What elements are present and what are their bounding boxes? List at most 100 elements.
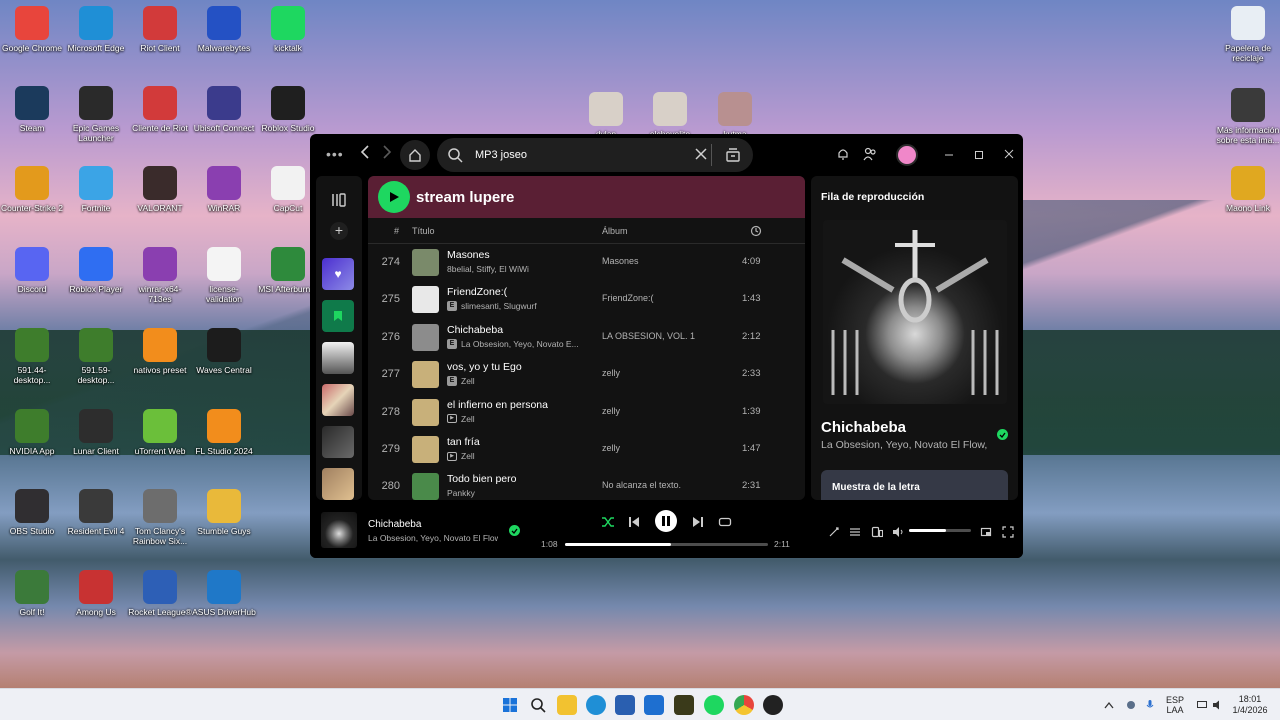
desktop-shortcut[interactable]: kicktalk xyxy=(256,6,320,53)
playlist-cover-1[interactable] xyxy=(322,342,354,374)
minimize-icon[interactable] xyxy=(944,146,954,162)
friends-activity-icon[interactable] xyxy=(863,147,877,164)
track-album[interactable]: zelly xyxy=(602,406,620,416)
player-track-title[interactable]: Chichabeba xyxy=(368,519,421,530)
pause-button[interactable] xyxy=(655,510,677,532)
desktop-shortcut[interactable]: uTorrent Web xyxy=(128,409,192,456)
track-artists[interactable]: La Obsesion, Yeyo, Novato E... xyxy=(461,339,579,349)
desktop-shortcut[interactable]: 591.44-desktop... xyxy=(0,328,64,385)
store-icon[interactable] xyxy=(615,695,635,715)
desktop-shortcut[interactable]: ASUS DriverHub xyxy=(192,570,256,617)
track-artists[interactable]: 8belial, Stiffy, El WiWi xyxy=(447,264,529,274)
desktop-shortcut[interactable]: Cliente de Riot xyxy=(128,86,192,133)
tray-chevron-icon[interactable] xyxy=(1104,689,1114,720)
saved-episodes-icon[interactable] xyxy=(322,300,354,332)
desktop-shortcut[interactable]: OBS Studio xyxy=(0,489,64,536)
next-track-icon[interactable] xyxy=(692,515,704,533)
playlist-cover-2[interactable] xyxy=(322,384,354,416)
column-title[interactable]: Título xyxy=(412,226,435,236)
tray-network-icon[interactable] xyxy=(1196,689,1208,720)
create-playlist-icon[interactable]: + xyxy=(330,222,348,240)
repeat-icon[interactable] xyxy=(718,515,732,533)
desktop-shortcut[interactable]: Papelera de reciclaje xyxy=(1216,6,1280,63)
tray-volume-icon[interactable] xyxy=(1212,689,1224,720)
column-album[interactable]: Álbum xyxy=(602,226,628,236)
track-row[interactable]: 277 vos, yo y tu Ego E Zell zelly 2:33 xyxy=(368,356,805,393)
track-row[interactable]: 280 Todo bien pero Pankky No alcanza el tex… xyxy=(368,468,805,500)
track-row[interactable]: 279 tan fría ▶ Zell zelly 1:47 xyxy=(368,431,805,468)
progress-track[interactable] xyxy=(565,543,768,546)
desktop-shortcut[interactable]: Ubisoft Connect xyxy=(192,86,256,133)
desktop-shortcut[interactable]: Waves Central xyxy=(192,328,256,375)
desktop-shortcut[interactable]: Tom Clancy's Rainbow Six... xyxy=(128,489,192,546)
track-album[interactable]: zelly xyxy=(602,443,620,453)
outlook-icon[interactable] xyxy=(644,695,664,715)
previous-track-icon[interactable] xyxy=(628,515,640,533)
volume-icon[interactable] xyxy=(892,525,904,543)
search-bar[interactable] xyxy=(437,138,753,172)
desktop-shortcut[interactable]: dylan xyxy=(574,92,638,139)
edge-icon[interactable] xyxy=(586,695,606,715)
desktop-shortcut[interactable]: Google Chrome xyxy=(0,6,64,53)
track-album[interactable]: FriendZone:( xyxy=(602,293,654,303)
desktop-shortcut[interactable]: Stumble Guys xyxy=(192,489,256,536)
desktop-shortcut[interactable]: Steam xyxy=(0,86,64,133)
liked-songs-icon[interactable]: ♥ xyxy=(322,258,354,290)
track-title[interactable]: Chichabeba xyxy=(447,324,503,336)
app-taskbar-icon[interactable] xyxy=(763,695,783,715)
maximize-icon[interactable] xyxy=(974,146,984,162)
browse-icon[interactable] xyxy=(725,147,741,168)
track-title[interactable]: tan fría xyxy=(447,436,480,448)
desktop-shortcut[interactable]: Lunar Client xyxy=(64,409,128,456)
desktop-shortcut[interactable]: Counter-Strike 2 xyxy=(0,166,64,213)
track-title[interactable]: Masones xyxy=(447,249,490,261)
queue-track-artists[interactable]: La Obsesion, Yeyo, Novato El Flow, xyxy=(821,439,987,451)
desktop-shortcut[interactable]: Discord xyxy=(0,247,64,294)
play-playlist-button[interactable] xyxy=(378,181,410,213)
track-title[interactable]: vos, yo y tu Ego xyxy=(447,361,522,373)
clock[interactable]: 18:01 1/4/2026 xyxy=(1230,689,1270,720)
chrome-taskbar-icon[interactable] xyxy=(734,695,754,715)
back-arrow-icon[interactable] xyxy=(360,145,370,162)
user-avatar[interactable] xyxy=(896,144,918,166)
volume-slider[interactable] xyxy=(909,529,971,532)
library-icon[interactable] xyxy=(331,192,347,213)
taskbar-search-icon[interactable] xyxy=(528,695,548,715)
desktop-shortcut[interactable]: nativos preset xyxy=(128,328,192,375)
desktop-shortcut[interactable]: NVIDIA App xyxy=(0,409,64,456)
desktop-shortcut[interactable]: Resident Evil 4 xyxy=(64,489,128,536)
track-album[interactable]: zelly xyxy=(602,368,620,378)
desktop-shortcut[interactable]: Roblox Studio xyxy=(256,86,320,133)
track-title[interactable]: FriendZone:( xyxy=(447,286,507,298)
desktop-shortcut[interactable]: license-validation xyxy=(192,247,256,304)
saved-check-icon[interactable] xyxy=(997,429,1008,440)
search-input[interactable] xyxy=(475,149,685,161)
tray-cloud-icon[interactable] xyxy=(1124,689,1138,720)
track-album[interactable]: LA OBSESION, VOL. 1 xyxy=(602,331,695,341)
game-icon[interactable] xyxy=(674,695,694,715)
player-track-artists[interactable]: La Obsesion, Yeyo, Novato El Flow, V xyxy=(368,533,498,543)
desktop-shortcut[interactable]: kutma xyxy=(703,92,767,139)
desktop-shortcut[interactable]: WinRAR xyxy=(192,166,256,213)
track-album[interactable]: Masones xyxy=(602,256,639,266)
playlist-cover-3[interactable] xyxy=(322,426,354,458)
desktop-shortcut[interactable]: elchevelito xyxy=(638,92,702,139)
track-artists[interactable]: slimesanti, Slugwurf xyxy=(461,301,537,311)
track-album[interactable]: No alcanza el texto. xyxy=(602,480,681,490)
desktop-shortcut[interactable]: Rocket League® xyxy=(128,570,192,617)
connect-device-icon[interactable] xyxy=(871,525,884,543)
queue-track-title[interactable]: Chichabeba xyxy=(821,419,906,436)
track-artists[interactable]: Zell xyxy=(461,376,475,386)
file-explorer-icon[interactable] xyxy=(557,695,577,715)
desktop-shortcut[interactable]: Fortnite xyxy=(64,166,128,213)
desktop-shortcut[interactable]: Malwarebytes xyxy=(192,6,256,53)
language-indicator[interactable]: ESP LAA xyxy=(1166,689,1184,720)
desktop-shortcut[interactable]: winrar-x64-713es xyxy=(128,247,192,304)
desktop-shortcut[interactable]: FL Studio 2024 xyxy=(192,409,256,456)
spotify-taskbar-icon[interactable] xyxy=(704,695,724,715)
shuffle-icon[interactable] xyxy=(601,515,615,534)
track-title[interactable]: Todo bien pero xyxy=(447,473,516,485)
desktop-shortcut[interactable]: VALORANT xyxy=(128,166,192,213)
track-artists[interactable]: Zell xyxy=(461,414,475,424)
close-icon[interactable] xyxy=(1004,146,1014,162)
